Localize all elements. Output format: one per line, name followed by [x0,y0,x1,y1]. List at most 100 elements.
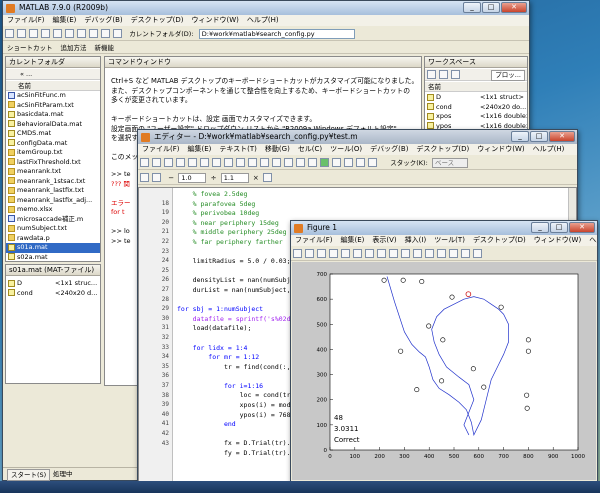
menu-desktop[interactable]: デスクトップ(D) [127,15,188,26]
editor-menu-help[interactable]: ヘルプ(H) [529,144,569,155]
brush-icon[interactable] [413,249,422,258]
file-item[interactable]: meanrank_lastfix_adj... [6,196,100,206]
current-folder-field[interactable]: D:¥work¥matlab¥search_config.py [198,29,355,39]
file-item[interactable]: itemGroup.txt [6,148,100,158]
editor-menu-edit[interactable]: 編集(E) [184,144,216,155]
editor-paste-icon[interactable] [200,158,209,167]
file-item[interactable]: CMDS.mat [6,129,100,139]
save-workspace-icon[interactable] [451,70,460,79]
file-item[interactable]: meanrank.txt [6,167,100,177]
file-item[interactable]: numSubject.txt [6,224,100,234]
file-item[interactable]: s02a.mat [6,253,100,262]
step-in-icon[interactable] [344,158,353,167]
editor-menu-cell[interactable]: セル(C) [294,144,326,155]
editor-menu-file[interactable]: ファイル(F) [138,144,184,155]
pan-icon[interactable] [377,249,386,258]
workspace-variable[interactable]: cond <240x20 do... [425,103,527,113]
figure-menu-window[interactable]: ウィンドウ(W) [530,235,585,246]
editor-save-icon[interactable] [164,158,173,167]
editor-find-icon[interactable] [248,158,257,167]
workspace-name-header[interactable]: 名前 [425,82,527,92]
editor-menu-text[interactable]: テキスト(T) [215,144,261,155]
file-item[interactable]: basicdata.mat [6,110,100,120]
cell-decrement-button[interactable]: − [168,171,174,184]
shortcut-whatsnew[interactable]: 新機能 [91,42,119,53]
cut-icon[interactable] [29,29,38,38]
editor-undo-icon[interactable] [212,158,221,167]
file-item[interactable]: rawdata.p [6,234,100,244]
hide-tools-icon[interactable] [461,249,470,258]
matlab-title-bar[interactable]: MATLAB 7.9.0 (R2009b) _ □ ✕ [3,1,529,15]
editor-forward-icon[interactable] [272,158,281,167]
shortcut-shortcuts[interactable]: ショートカット [3,42,57,53]
undo-icon[interactable] [65,29,74,38]
figure-save-icon[interactable] [317,249,326,258]
close-button[interactable]: ✕ [501,2,527,13]
shortcut-add[interactable]: 追加方法 [57,42,91,53]
figure-menu-tools[interactable]: ツール(T) [430,235,469,246]
editor-cut-icon[interactable] [176,158,185,167]
file-item[interactable]: meanrank_lastfix.txt [6,186,100,196]
figure-minimize-button[interactable]: _ [531,222,549,233]
run-icon[interactable] [320,158,329,167]
file-item[interactable]: BehavioralData.mat [6,120,100,130]
zoom-out-icon[interactable] [365,249,374,258]
cell-eval-advance-icon[interactable] [152,173,161,182]
file-item[interactable]: acSinFitParam.txt [6,101,100,111]
figure-menu-view[interactable]: 表示(V) [368,235,400,246]
breakpoint-icon[interactable] [296,158,305,167]
file-item[interactable]: s01a.mat [6,243,100,253]
figure-menu-edit[interactable]: 編集(E) [337,235,369,246]
exit-debug-icon[interactable] [368,158,377,167]
file-item[interactable]: microsaccade補正.m [6,215,100,225]
figure-pointer-icon[interactable] [341,249,350,258]
editor-minimize-button[interactable]: _ [511,131,529,142]
editor-redo-icon[interactable] [224,158,233,167]
plot-svg[interactable]: 0 100 200 300 400 500 600 700 800 900 1000 0 100 200 3… [292,262,596,480]
figure-print-icon[interactable] [329,249,338,258]
start-button[interactable]: スタート(S) [7,469,51,481]
new-file-icon[interactable] [5,29,14,38]
new-variable-icon[interactable] [427,70,436,79]
workspace-variable[interactable]: xpos <1x16 double> [425,112,527,122]
detail-row[interactable]: cond <240x20 d... [6,289,100,299]
menu-help[interactable]: ヘルプ(H) [243,15,283,26]
clear-breakpoints-icon[interactable] [308,158,317,167]
figure-new-icon[interactable] [293,249,302,258]
menu-edit[interactable]: 編集(E) [49,15,81,26]
link-icon[interactable] [425,249,434,258]
editor-menu-go[interactable]: 移動(G) [261,144,294,155]
data-cursor-icon[interactable] [401,249,410,258]
figure-menu-file[interactable]: ファイル(F) [291,235,337,246]
editor-back-icon[interactable] [260,158,269,167]
menu-file[interactable]: ファイル(F) [3,15,49,26]
copy-icon[interactable] [41,29,50,38]
show-tools-icon[interactable] [473,249,482,258]
step-out-icon[interactable] [356,158,365,167]
editor-new-icon[interactable] [140,158,149,167]
paste-icon[interactable] [53,29,62,38]
simulink-icon[interactable] [89,29,98,38]
rotate-icon[interactable] [389,249,398,258]
code-line[interactable]: % parafovea 5deg [177,200,318,210]
editor-close-button[interactable]: ✕ [549,131,575,142]
editor-fx-icon[interactable] [284,158,293,167]
figure-close-button[interactable]: ✕ [569,222,595,233]
legend-icon[interactable] [449,249,458,258]
figure-menu-insert[interactable]: 挿入(I) [401,235,431,246]
help-icon[interactable] [113,29,122,38]
stack-select[interactable]: ベース [432,158,468,168]
editor-menu-tools[interactable]: ツール(O) [326,144,366,155]
zoom-in-icon[interactable] [353,249,362,258]
editor-title-bar[interactable]: エディター - D:¥work¥matlab¥search_config.py¥… [138,130,577,144]
figure-maximize-button[interactable]: □ [550,222,568,233]
cell-increment-icon[interactable] [263,173,273,182]
cell-eval-icon[interactable] [140,173,149,182]
folder-nav[interactable]: « ... [6,69,100,80]
colorbar-icon[interactable] [437,249,446,258]
figure-title-bar[interactable]: Figure 1 _ □ ✕ [291,221,597,235]
editor-menu-debug[interactable]: デバッグ(B) [366,144,412,155]
editor-print-icon[interactable] [236,158,245,167]
figure-open-icon[interactable] [305,249,314,258]
open-variable-icon[interactable] [439,70,448,79]
